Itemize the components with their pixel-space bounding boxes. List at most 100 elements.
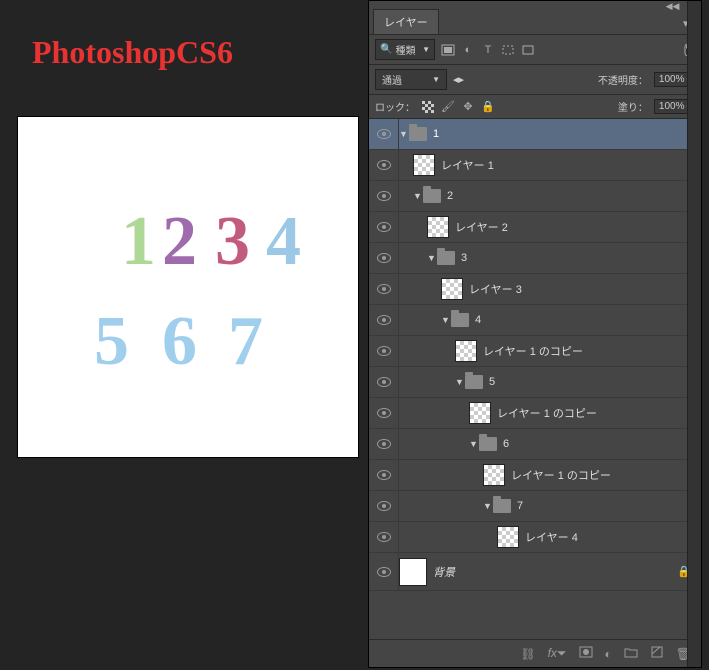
lock-all-icon[interactable]: 🔒 <box>481 100 495 114</box>
visibility-toggle[interactable] <box>369 336 399 366</box>
scrollbar[interactable] <box>687 1 701 667</box>
folder-icon <box>493 499 511 513</box>
expand-toggle[interactable]: ▼ <box>441 315 451 325</box>
visibility-toggle[interactable] <box>369 553 399 590</box>
visibility-toggle[interactable] <box>369 460 399 490</box>
layer-name-label[interactable]: 1 <box>433 128 439 140</box>
visibility-toggle[interactable] <box>369 181 399 211</box>
layer-name-label[interactable]: レイヤー 4 <box>525 529 578 545</box>
layer-name-label[interactable]: 背景 <box>433 564 455 580</box>
eye-icon <box>377 284 391 294</box>
digit-2: 2 <box>162 202 197 282</box>
chevron-down-icon: ▼ <box>422 45 430 54</box>
layer-name-label[interactable]: 6 <box>503 438 509 450</box>
folder-icon <box>423 189 441 203</box>
expand-toggle[interactable]: ▼ <box>455 377 465 387</box>
visibility-toggle[interactable] <box>369 398 399 428</box>
layer-name-label[interactable]: 7 <box>517 500 523 512</box>
layer-thumbnail[interactable] <box>483 464 505 486</box>
visibility-toggle[interactable] <box>369 150 399 180</box>
visibility-toggle[interactable] <box>369 491 399 521</box>
layer-row[interactable]: ▼3 <box>369 243 701 274</box>
filter-smart-icon[interactable] <box>521 43 535 57</box>
layer-name-label[interactable]: レイヤー 1 のコピー <box>511 467 611 483</box>
layer-row[interactable]: レイヤー 1 <box>369 150 701 181</box>
expand-toggle[interactable]: ▼ <box>427 253 437 263</box>
layer-row[interactable]: 背景🔒 <box>369 553 701 591</box>
visibility-toggle[interactable] <box>369 305 399 335</box>
collapse-icon[interactable]: ◀◀ <box>666 1 680 12</box>
layer-thumbnail[interactable] <box>413 154 435 176</box>
layer-content: 背景🔒 <box>399 553 701 590</box>
filter-type-icon[interactable]: T <box>481 43 495 57</box>
filter-pixel-icon[interactable] <box>441 43 455 57</box>
layer-thumbnail[interactable] <box>441 278 463 300</box>
lock-transparency-icon[interactable] <box>421 100 435 114</box>
expand-toggle[interactable]: ▼ <box>413 191 423 201</box>
fill-value: 100% <box>659 101 685 112</box>
digit-7: 7 <box>228 302 263 382</box>
blend-mode-label: 通過 <box>382 72 402 87</box>
layer-name-label[interactable]: レイヤー 2 <box>455 219 508 235</box>
layer-thumbnail[interactable] <box>469 402 491 424</box>
layer-content: ▼3 <box>399 243 701 273</box>
blend-mode-select[interactable]: 通過 ▼ <box>375 69 447 90</box>
visibility-toggle[interactable] <box>369 274 399 304</box>
app-title: PhotoshopCS6 <box>32 34 233 71</box>
layer-name-label[interactable]: レイヤー 1 <box>441 157 494 173</box>
layer-row[interactable]: ▼7 <box>369 491 701 522</box>
visibility-toggle[interactable] <box>369 243 399 273</box>
layer-row[interactable]: ▼6 <box>369 429 701 460</box>
layer-style-icon[interactable]: fx⏷ <box>548 646 567 661</box>
layer-content: ▼5 <box>399 367 701 397</box>
layer-thumbnail[interactable] <box>399 558 427 586</box>
visibility-toggle[interactable] <box>369 429 399 459</box>
layer-name-label[interactable]: 3 <box>461 252 467 264</box>
layer-row[interactable]: ▼5 <box>369 367 701 398</box>
layer-row[interactable]: レイヤー 1 のコピー <box>369 398 701 429</box>
visibility-toggle[interactable] <box>369 367 399 397</box>
filter-shape-icon[interactable] <box>501 43 515 57</box>
tab-layers[interactable]: レイヤー <box>373 9 439 34</box>
eye-icon <box>377 470 391 480</box>
layer-name-label[interactable]: 4 <box>475 314 481 326</box>
visibility-toggle[interactable] <box>369 522 399 552</box>
layer-list[interactable]: ▼1レイヤー 1▼2レイヤー 2▼3レイヤー 3▼4レイヤー 1 のコピー▼5レ… <box>369 119 701 639</box>
expand-toggle[interactable]: ▼ <box>469 439 479 449</box>
layer-name-label[interactable]: レイヤー 1 のコピー <box>483 343 583 359</box>
layer-row[interactable]: レイヤー 1 のコピー <box>369 460 701 491</box>
layer-content: レイヤー 2 <box>399 212 701 242</box>
expand-toggle[interactable]: ▼ <box>483 501 493 511</box>
lock-pixels-icon[interactable]: 🖌 <box>441 100 455 114</box>
layer-row[interactable]: レイヤー 3 <box>369 274 701 305</box>
eye-icon <box>377 253 391 263</box>
layer-row[interactable]: レイヤー 2 <box>369 212 701 243</box>
lock-position-icon[interactable]: ✥ <box>461 100 475 114</box>
layer-row[interactable]: レイヤー 4 <box>369 522 701 553</box>
layer-row[interactable]: レイヤー 1 のコピー <box>369 336 701 367</box>
visibility-toggle[interactable] <box>369 119 399 149</box>
layer-row[interactable]: ▼2 <box>369 181 701 212</box>
layer-name-label[interactable]: レイヤー 3 <box>469 281 522 297</box>
visibility-toggle[interactable] <box>369 212 399 242</box>
filter-kind-select[interactable]: 🔍 種類 ▼ <box>375 39 435 60</box>
layer-thumbnail[interactable] <box>427 216 449 238</box>
layer-content: ▼6 <box>399 429 701 459</box>
lock-label: ロック： <box>375 99 415 114</box>
layer-name-label[interactable]: 5 <box>489 376 495 388</box>
layer-mask-icon[interactable] <box>579 646 593 661</box>
layer-thumbnail[interactable] <box>455 340 477 362</box>
layer-row[interactable]: ▼4 <box>369 305 701 336</box>
adjustment-layer-icon[interactable]: ◐ <box>605 647 612 661</box>
eye-icon <box>377 346 391 356</box>
expand-toggle[interactable]: ▼ <box>399 129 409 139</box>
new-layer-icon[interactable] <box>650 646 664 661</box>
layer-name-label[interactable]: レイヤー 1 のコピー <box>497 405 597 421</box>
layer-row[interactable]: ▼1 <box>369 119 701 150</box>
link-layers-icon[interactable]: ⛓ <box>520 647 535 661</box>
digit-3: 3 <box>215 202 250 282</box>
layer-thumbnail[interactable] <box>497 526 519 548</box>
new-group-icon[interactable] <box>624 646 638 661</box>
layer-name-label[interactable]: 2 <box>447 190 453 202</box>
filter-adjustment-icon[interactable]: ◐ <box>461 43 475 57</box>
